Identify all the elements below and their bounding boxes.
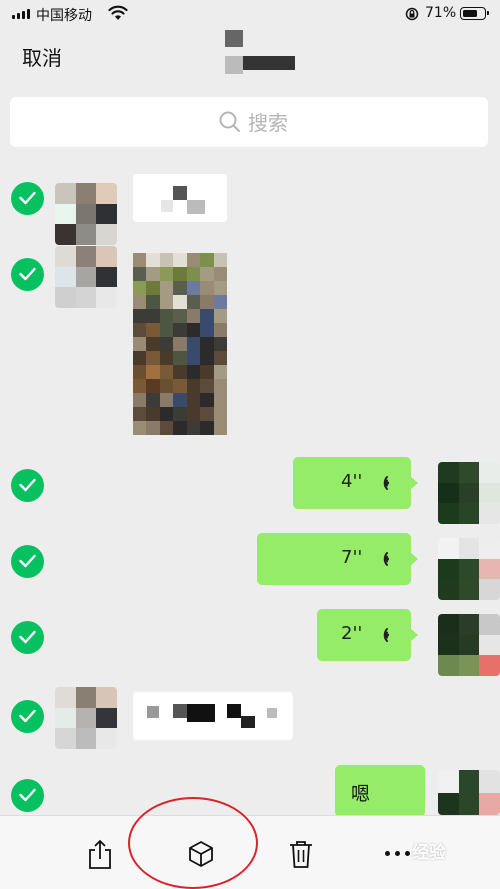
battery-percentage: 71% bbox=[425, 5, 457, 21]
select-checkbox[interactable] bbox=[11, 700, 44, 733]
select-checkbox[interactable] bbox=[11, 621, 44, 654]
voice-duration: 2'' bbox=[341, 623, 363, 644]
search-input[interactable]: 搜索 bbox=[10, 97, 488, 147]
message-bubble-blurred[interactable] bbox=[133, 174, 227, 222]
select-checkbox[interactable] bbox=[11, 779, 44, 812]
voice-wave-icon bbox=[383, 552, 389, 566]
select-checkbox[interactable] bbox=[11, 545, 44, 578]
highlight-annotation-circle bbox=[128, 797, 258, 889]
avatar[interactable] bbox=[55, 183, 117, 245]
voice-message-bubble[interactable]: 2'' bbox=[317, 609, 418, 661]
voice-duration: 4'' bbox=[341, 471, 363, 492]
text-message-bubble[interactable]: 嗯 bbox=[335, 765, 425, 817]
status-bar: 中国移动 71% bbox=[0, 0, 500, 30]
search-placeholder: 搜索 bbox=[248, 111, 288, 135]
message-bubble-blurred[interactable] bbox=[133, 692, 293, 740]
select-checkbox[interactable] bbox=[11, 258, 44, 291]
avatar[interactable] bbox=[55, 687, 117, 749]
checkmark-icon bbox=[19, 709, 36, 723]
message-text: 嗯 bbox=[351, 783, 371, 805]
checkmark-icon bbox=[19, 788, 36, 802]
rotation-lock-icon bbox=[405, 7, 419, 21]
avatar[interactable] bbox=[438, 614, 500, 676]
select-checkbox[interactable] bbox=[11, 469, 44, 502]
voice-duration: 7'' bbox=[341, 547, 363, 568]
checkmark-icon bbox=[19, 630, 36, 644]
voice-message-bubble[interactable]: 4'' bbox=[293, 457, 418, 509]
signal-strength-icon bbox=[12, 9, 30, 19]
carrier-name: 中国移动 bbox=[36, 8, 92, 24]
photo-message-blurred[interactable] bbox=[133, 253, 227, 435]
select-checkbox[interactable] bbox=[11, 182, 44, 215]
more-icon[interactable] bbox=[385, 851, 410, 856]
wifi-icon bbox=[108, 5, 128, 20]
search-icon bbox=[219, 111, 240, 132]
avatar[interactable] bbox=[438, 538, 500, 600]
checkmark-icon bbox=[19, 267, 36, 281]
avatar[interactable] bbox=[55, 246, 117, 308]
checkmark-icon bbox=[19, 478, 36, 492]
battery-icon bbox=[460, 7, 489, 20]
watermark: 经验 bbox=[412, 843, 446, 863]
nav-bar: 取消 bbox=[0, 30, 500, 85]
cancel-button[interactable]: 取消 bbox=[22, 42, 62, 71]
voice-wave-icon bbox=[383, 476, 389, 490]
checkmark-icon bbox=[19, 191, 36, 205]
share-icon[interactable] bbox=[85, 838, 115, 870]
avatar[interactable] bbox=[438, 462, 500, 524]
voice-message-bubble[interactable]: 7'' bbox=[257, 533, 418, 585]
avatar[interactable] bbox=[438, 770, 500, 815]
trash-icon[interactable] bbox=[286, 838, 316, 870]
chat-title-blurred bbox=[225, 30, 295, 75]
voice-wave-icon bbox=[383, 628, 389, 642]
checkmark-icon bbox=[19, 554, 36, 568]
